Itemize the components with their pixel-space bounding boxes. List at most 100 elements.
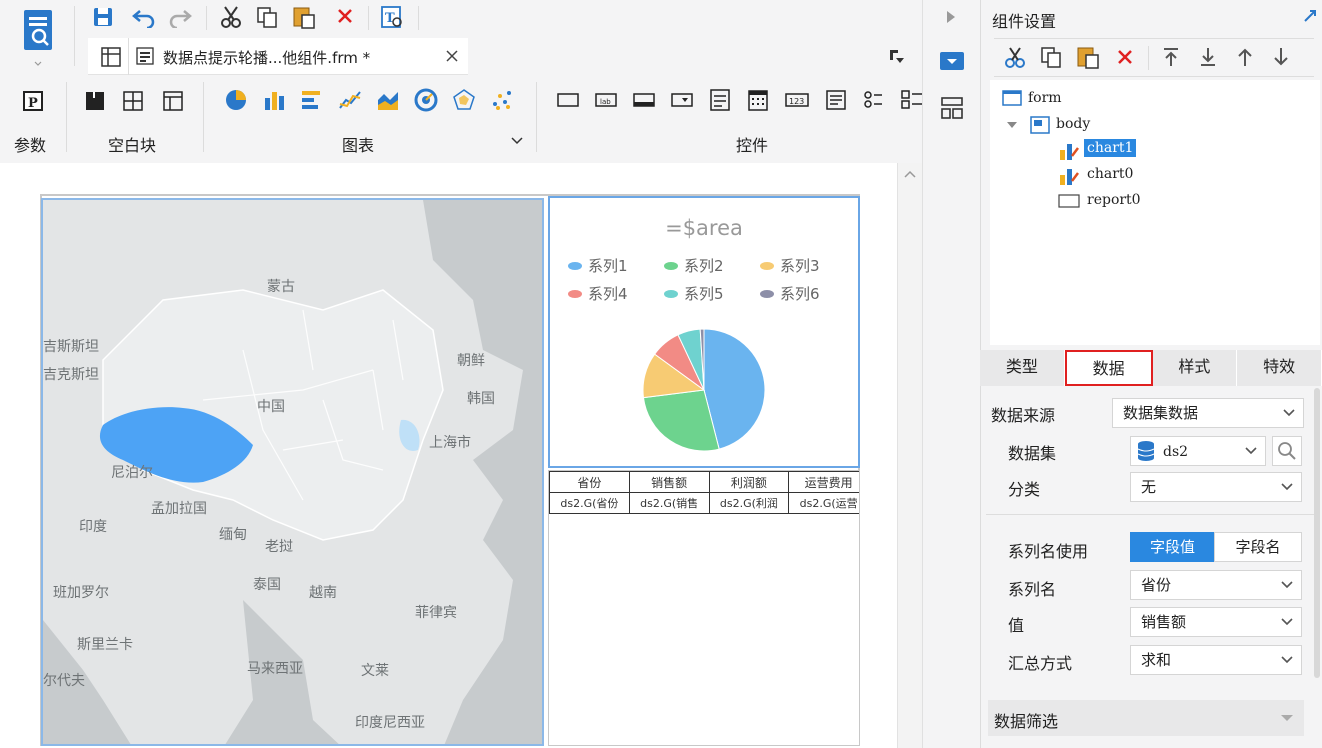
value-select[interactable]: 销售额 xyxy=(1130,607,1302,637)
database-icon xyxy=(1137,441,1155,461)
category-label: 分类 xyxy=(1008,480,1041,499)
line-chart-icon[interactable] xyxy=(338,88,362,112)
legend-label: 系列6 xyxy=(780,285,820,303)
checkbox-widget-icon[interactable] xyxy=(900,88,922,112)
aggregate-label: 汇总方式 xyxy=(1008,654,1073,673)
tab-document[interactable]: 数据点提示轮播...他组件.frm * xyxy=(128,38,468,75)
button-widget-icon[interactable] xyxy=(632,90,656,110)
report-cell[interactable]: ds2.G(利润 xyxy=(708,492,790,514)
legend-marker xyxy=(760,262,774,270)
textarea-widget-icon[interactable] xyxy=(824,88,848,112)
move-top-icon[interactable] xyxy=(1162,46,1180,68)
tab-data[interactable]: 数据 xyxy=(1064,350,1153,386)
tree-node-form[interactable]: form xyxy=(1028,90,1062,106)
copy-icon[interactable] xyxy=(256,6,278,28)
label-widget-icon[interactable]: lab xyxy=(594,90,618,110)
report0-node-icon xyxy=(1058,193,1080,209)
list-widget-icon[interactable] xyxy=(708,88,732,112)
data-source-select[interactable]: 数据集数据 xyxy=(1112,398,1304,428)
category-value: 无 xyxy=(1141,478,1157,496)
app-logo-icon[interactable] xyxy=(20,6,56,70)
value-value: 销售额 xyxy=(1141,613,1187,631)
legend-item[interactable]: 系列1 xyxy=(568,257,628,275)
tab-block-icon[interactable] xyxy=(122,90,144,112)
close-tab-icon[interactable] xyxy=(445,49,459,63)
value-label: 值 xyxy=(1008,616,1025,635)
radar-chart-icon[interactable] xyxy=(452,88,476,112)
legend-item[interactable]: 系列5 xyxy=(664,285,724,303)
tree-node-body[interactable]: body xyxy=(1056,116,1090,132)
layout-icon[interactable] xyxy=(940,96,964,120)
redo-icon[interactable] xyxy=(168,6,192,28)
scatter-chart-icon[interactable] xyxy=(490,88,514,112)
tab-type[interactable]: 类型 xyxy=(980,350,1065,386)
canvas-scrollbar[interactable] xyxy=(897,163,922,748)
report-cell[interactable]: ds2.G(省份 xyxy=(549,492,630,514)
split-block-icon[interactable] xyxy=(162,90,184,112)
dataset-select[interactable]: ds2 xyxy=(1130,436,1266,466)
tree-node-report0[interactable]: report0 xyxy=(1087,192,1141,208)
move-down-icon[interactable] xyxy=(1272,46,1290,68)
dropdown-menu-icon[interactable] xyxy=(888,48,906,66)
pin-icon[interactable] xyxy=(1302,8,1318,24)
legend-label: 系列5 xyxy=(684,285,724,303)
dataset-search-button[interactable] xyxy=(1272,436,1302,466)
save-icon[interactable] xyxy=(92,6,114,28)
pie-chart-icon[interactable] xyxy=(224,88,248,112)
gauge-chart-icon[interactable] xyxy=(414,88,438,112)
parameter-icon[interactable]: P xyxy=(22,90,44,112)
textbox-widget-icon[interactable] xyxy=(556,90,580,110)
move-up-icon[interactable] xyxy=(1236,46,1254,68)
bar-chart-icon[interactable] xyxy=(262,88,286,112)
tree-node-chart0[interactable]: chart0 xyxy=(1087,166,1133,182)
hbar-chart-icon[interactable] xyxy=(300,88,324,112)
data-filter-section[interactable]: 数据筛选 xyxy=(988,700,1304,736)
chart-expand-icon[interactable] xyxy=(510,136,524,146)
svg-text:123: 123 xyxy=(789,97,804,106)
aggregate-select[interactable]: 求和 xyxy=(1130,645,1302,675)
area-chart-icon[interactable] xyxy=(376,88,400,112)
legend-item[interactable]: 系列3 xyxy=(760,257,820,275)
report-cell[interactable]: ds2.G(销售 xyxy=(628,492,710,514)
tree-node-chart1[interactable]: chart1 xyxy=(1084,139,1137,157)
preview-icon[interactable]: T xyxy=(380,5,404,29)
chevron-down-icon xyxy=(1281,483,1293,491)
collapse-arrow-icon[interactable] xyxy=(945,10,957,24)
cut-icon[interactable] xyxy=(220,5,242,29)
map-place-label: 越南 xyxy=(309,585,337,601)
chart0-node-icon xyxy=(1058,165,1080,187)
report-cell[interactable]: ds2.G(运营 xyxy=(788,492,859,514)
absolute-block-icon[interactable] xyxy=(84,90,106,112)
layout-grid-icon[interactable] xyxy=(100,46,122,68)
report-widget-report0[interactable]: 省份 销售额 利润额 运营费用 ds2.G(省份 ds2.G(销售 ds2.G(… xyxy=(548,470,860,746)
panel-delete-icon[interactable] xyxy=(1116,48,1134,66)
panel-cut-icon[interactable] xyxy=(1004,46,1026,68)
scroll-up-icon[interactable] xyxy=(904,169,916,179)
category-select[interactable]: 无 xyxy=(1130,472,1302,502)
widget-settings-icon[interactable] xyxy=(939,50,965,72)
panel-copy-icon[interactable] xyxy=(1040,46,1062,68)
legend-item[interactable]: 系列4 xyxy=(568,285,628,303)
series-name-use-label: 系列名使用 xyxy=(1008,542,1089,561)
series-name-select[interactable]: 省份 xyxy=(1130,570,1302,600)
move-bottom-icon[interactable] xyxy=(1199,46,1217,68)
expand-caret-icon[interactable] xyxy=(1006,120,1018,130)
seg-field-value[interactable]: 字段值 xyxy=(1130,532,1215,562)
legend-item[interactable]: 系列2 xyxy=(664,257,724,275)
pie-widget-chart1[interactable]: =$area 系列1 系列2 系列3 系列4 系列5 系列6 xyxy=(548,196,860,468)
radio-widget-icon[interactable] xyxy=(862,88,886,112)
tab-effect[interactable]: 特效 xyxy=(1237,350,1322,386)
map-widget-chart0[interactable]: 蒙古 吉斯斯坦 吉克斯坦 朝鲜 中国 韩国 上海市 尼泊尔 孟加拉国 印度 缅甸 老挝 泰国 越南 菲律宾 班… xyxy=(41,198,544,746)
legend-item[interactable]: 系列6 xyxy=(760,285,820,303)
delete-icon[interactable] xyxy=(336,7,354,25)
undo-icon[interactable] xyxy=(132,6,156,28)
seg-field-name[interactable]: 字段名 xyxy=(1214,532,1302,562)
paste-icon[interactable] xyxy=(292,5,316,29)
panel-scrollbar[interactable] xyxy=(1314,388,1320,678)
tab-style[interactable]: 样式 xyxy=(1153,350,1238,386)
panel-paste-icon[interactable] xyxy=(1076,45,1100,69)
legend-label: 系列2 xyxy=(684,257,724,275)
date-widget-icon[interactable] xyxy=(746,88,770,112)
combo-widget-icon[interactable] xyxy=(670,90,694,110)
number-widget-icon[interactable]: 123 xyxy=(784,90,810,110)
